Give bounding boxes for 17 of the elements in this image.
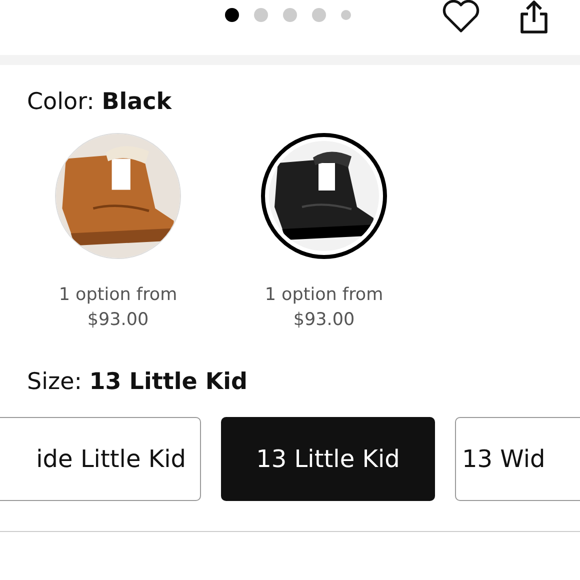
size-option[interactable]: 13 Wid (455, 417, 580, 501)
size-label: Size: 13 Little Kid (26, 368, 248, 395)
option-count: 1 option from (264, 284, 384, 307)
size-option[interactable]: ide Little Kid (0, 417, 201, 501)
color-swatch[interactable] (261, 133, 387, 259)
option-count: 1 option from (58, 284, 178, 307)
price: $93.00 (87, 309, 149, 332)
carousel-dot[interactable] (225, 8, 239, 22)
carousel-dot[interactable] (254, 8, 268, 22)
price: $93.00 (293, 309, 355, 332)
color-label: Color: Black (26, 88, 173, 115)
size-option[interactable]: 13 Little Kid (221, 417, 435, 501)
heart-icon[interactable] (442, 0, 480, 34)
share-icon[interactable] (518, 0, 550, 34)
carousel-dot[interactable] (341, 10, 351, 20)
carousel-dot[interactable] (283, 8, 297, 22)
carousel-dot[interactable] (312, 8, 326, 22)
